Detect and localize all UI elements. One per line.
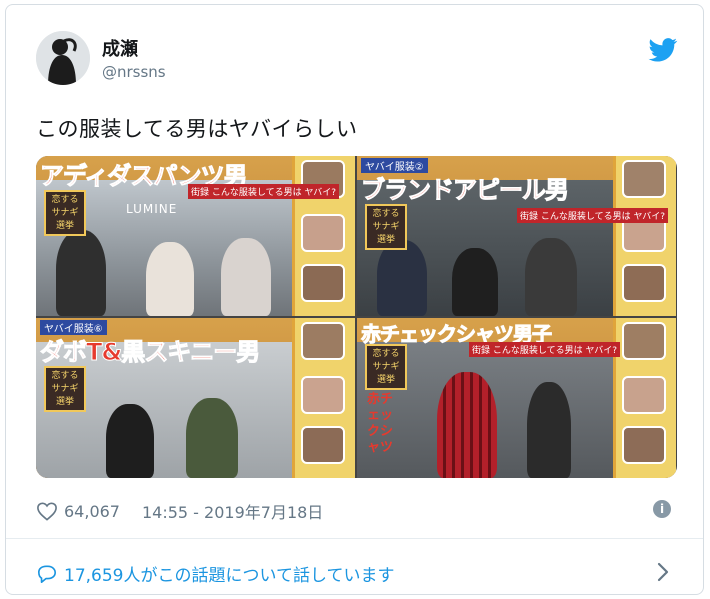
caption-subtitle: 街録 こんな服装してる男は ヤバイ? [188, 184, 340, 199]
panelist-face [301, 214, 345, 252]
panelist-strip [292, 156, 355, 316]
panelist-face [622, 376, 666, 414]
caption-title: ブランドアピール男 [361, 176, 570, 205]
caption-subtitle: 街録 こんな服装してる男は ヤバイ? [469, 342, 621, 357]
person [56, 230, 106, 316]
panelist-face [622, 426, 666, 464]
conversation-link[interactable]: 17,659人がこの話題について話しています [36, 561, 394, 586]
media-panel: ヤバイ服装② ブランドアピール男 恋する サナギ 選挙 街録 こんな服装してる男… [357, 156, 676, 316]
person [106, 404, 154, 478]
info-icon[interactable]: i [653, 500, 671, 518]
tweet-text: この服装してる男はヤバイらしい [36, 117, 358, 141]
tweet-timestamp[interactable]: 14:55 - 2019年7月18日 [142, 499, 323, 523]
show-badge: 恋する サナギ 選挙 [365, 344, 407, 390]
panelist-face [622, 264, 666, 302]
panelist-face [301, 264, 345, 302]
avatar[interactable] [36, 31, 90, 85]
speech-bubble-icon [38, 564, 57, 583]
panelist-strip [613, 156, 676, 316]
panelist-face [622, 322, 666, 360]
person [437, 372, 497, 478]
media-panel: ヤバイ服装⑥ ダボT&黒スキニー男 恋する サナギ 選挙 [36, 318, 355, 478]
heart-icon[interactable] [36, 501, 58, 521]
panelist-face [622, 160, 666, 198]
user-handle[interactable]: @nrssns [102, 63, 166, 81]
person [452, 248, 498, 316]
caption-subtitle: 街録 こんな服装してる男は ヤバイ? [517, 208, 669, 223]
show-badge: 恋する サナギ 選挙 [365, 204, 407, 250]
caption-title: ダボT&黒スキニー男 [39, 338, 260, 367]
person [525, 238, 577, 316]
panelist-face [301, 376, 345, 414]
person [527, 382, 571, 478]
media-panel: 赤チェックシャツ 赤チェックシャツ男子 恋する サナギ 選挙 街録 こんな服装し… [357, 318, 676, 478]
person [186, 398, 238, 478]
embedded-tweet-card: 成瀬 @nrssns この服装してる男はヤバイらしい LUMINE アディダスパ… [5, 4, 704, 595]
person [221, 238, 271, 316]
like-count[interactable]: 64,067 [64, 502, 120, 521]
caption-vertical: 赤チェックシャツ [367, 392, 394, 455]
panelist-face [301, 426, 345, 464]
show-badge: 恋する サナギ 選挙 [44, 366, 86, 412]
panelist-strip [292, 318, 355, 478]
person [146, 242, 194, 316]
show-badge: 恋する サナギ 選挙 [44, 190, 86, 236]
store-sign: LUMINE [126, 202, 178, 216]
panelist-strip [613, 318, 676, 478]
panelist-face [301, 322, 345, 360]
twitter-bird-icon[interactable] [648, 38, 678, 62]
avatar-silhouette-icon [36, 31, 90, 85]
caption-title: アディダスパンツ男 [40, 162, 249, 191]
media-panel: LUMINE アディダスパンツ男 恋する サナギ 選挙 街録 こんな服装してる男… [36, 156, 355, 316]
conversation-text: 17,659人がこの話題について話しています [64, 566, 395, 586]
chevron-right-icon[interactable] [656, 561, 670, 583]
divider [6, 538, 703, 539]
display-name[interactable]: 成瀬 [102, 35, 138, 61]
person [377, 240, 427, 316]
tweet-stats: 64,067 14:55 - 2019年7月18日 [36, 499, 323, 523]
tweet-media-image[interactable]: LUMINE アディダスパンツ男 恋する サナギ 選挙 街録 こんな服装してる男… [36, 156, 677, 478]
